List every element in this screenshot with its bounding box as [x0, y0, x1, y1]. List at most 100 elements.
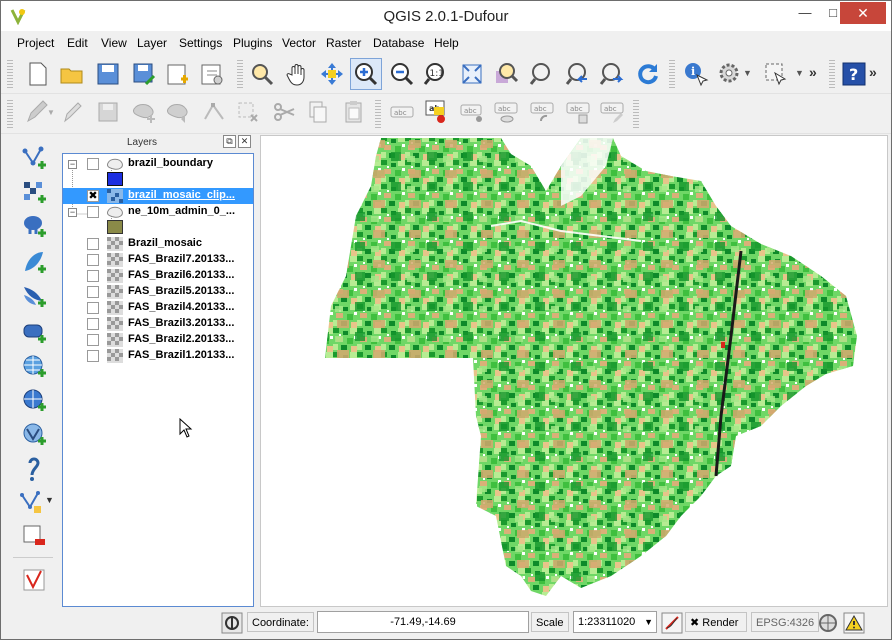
toolbar-grip[interactable]	[237, 60, 243, 90]
layer-visibility-checkbox[interactable]	[87, 286, 99, 298]
menu-settings[interactable]: Settings	[179, 36, 222, 50]
node-tool-icon[interactable]	[201, 99, 227, 125]
new-layer-dropdown-arrow-icon[interactable]: ▼	[45, 495, 54, 505]
layer-item[interactable]: − brazil_boundary	[63, 156, 253, 172]
add-mssql-layer-icon[interactable]	[21, 283, 47, 309]
messages-warning-icon[interactable]	[843, 612, 865, 634]
layer-item[interactable]: FAS_Brazil5.20133...	[63, 284, 253, 300]
paste-icon[interactable]	[341, 99, 367, 125]
close-panel-button[interactable]: ✕	[238, 135, 251, 148]
open-project-icon[interactable]	[59, 61, 85, 87]
layer-item[interactable]: FAS_Brazil7.20133...	[63, 252, 253, 268]
refresh-icon[interactable]	[635, 61, 661, 87]
pan-to-selection-icon[interactable]	[319, 61, 345, 87]
add-raster-layer-icon[interactable]	[21, 179, 47, 205]
collapse-toggle[interactable]: −	[68, 208, 77, 217]
zoom-to-layer-icon[interactable]	[493, 61, 519, 87]
menu-raster[interactable]: Raster	[326, 36, 361, 50]
map-canvas[interactable]	[260, 135, 888, 607]
new-print-composer-icon[interactable]	[165, 61, 191, 87]
layer-visibility-checkbox[interactable]	[87, 318, 99, 330]
save-edits-icon[interactable]	[95, 99, 121, 125]
layers-tree[interactable]: − brazil_boundary ✖ brazil_mosaic_clip..…	[62, 153, 254, 607]
new-project-icon[interactable]	[25, 61, 51, 87]
layer-item-selected[interactable]: ✖ brazil_mosaic_clip...	[63, 188, 253, 204]
remove-layer-icon[interactable]	[21, 523, 47, 549]
add-wfs-layer-icon[interactable]	[21, 421, 47, 447]
minimize-button[interactable]: —	[791, 2, 819, 24]
new-shapefile-icon[interactable]	[19, 489, 45, 515]
menu-project[interactable]: Project	[17, 36, 54, 50]
menu-view[interactable]: View	[101, 36, 127, 50]
toolbar-grip[interactable]	[633, 100, 639, 130]
zoom-in-icon[interactable]	[353, 61, 379, 87]
zoom-full-icon[interactable]	[459, 61, 485, 87]
menu-database[interactable]: Database	[373, 36, 424, 50]
add-wcs-layer-icon[interactable]	[21, 387, 47, 413]
select-icon[interactable]	[763, 61, 789, 87]
measure-dropdown-arrow-icon[interactable]: ▼	[743, 68, 752, 78]
scale-dropdown-arrow-icon[interactable]: ▼	[644, 612, 653, 632]
menu-plugins[interactable]: Plugins	[233, 36, 272, 50]
layer-visibility-checkbox[interactable]	[87, 302, 99, 314]
scale-combobox[interactable]: 1:23311020 ▼	[573, 611, 657, 633]
edits-dropdown-arrow-icon[interactable]: ▼	[47, 108, 55, 117]
zoom-last-icon[interactable]	[565, 61, 591, 87]
save-as-icon[interactable]	[131, 61, 157, 87]
toggle-editing-icon[interactable]	[59, 99, 85, 125]
toolbar-grip[interactable]	[669, 60, 675, 90]
move-label-icon[interactable]: abc	[459, 99, 485, 125]
gps-tools-icon[interactable]	[21, 567, 47, 593]
collapse-toggle[interactable]: −	[68, 160, 77, 169]
projection-globe-icon[interactable]	[817, 612, 839, 634]
select-dropdown-arrow-icon[interactable]: ▼	[795, 68, 804, 78]
close-button[interactable]: ✕	[840, 2, 886, 24]
menu-vector[interactable]: Vector	[282, 36, 316, 50]
pan-icon[interactable]	[285, 61, 311, 87]
layer-visibility-checkbox[interactable]	[87, 270, 99, 282]
pan-to-selection-icon[interactable]	[249, 61, 275, 87]
toolbar-grip[interactable]	[375, 100, 381, 130]
change-label-icon[interactable]: abc	[565, 99, 591, 125]
crs-status[interactable]: EPSG:4326	[751, 612, 820, 632]
add-vector-layer-icon[interactable]	[21, 145, 47, 171]
composer-manager-icon[interactable]	[199, 61, 225, 87]
layer-visibility-checkbox[interactable]	[87, 206, 99, 218]
layer-item[interactable]: FAS_Brazil2.20133...	[63, 332, 253, 348]
layer-item[interactable]: FAS_Brazil4.20133...	[63, 300, 253, 316]
delete-selected-icon[interactable]	[235, 99, 261, 125]
menu-edit[interactable]: Edit	[67, 36, 88, 50]
move-feature-icon[interactable]	[165, 99, 191, 125]
add-delimited-text-icon[interactable]	[21, 457, 47, 483]
cut-icon[interactable]	[271, 99, 297, 125]
label-icon[interactable]: abc	[389, 99, 415, 125]
layer-labeling-icon[interactable]: ab	[423, 99, 449, 125]
toolbar-grip[interactable]	[7, 100, 13, 130]
identify-icon[interactable]: i	[683, 61, 709, 87]
add-feature-icon[interactable]	[131, 99, 157, 125]
layer-visibility-checkbox[interactable]	[87, 238, 99, 250]
save-project-icon[interactable]	[95, 61, 121, 87]
stop-render-icon[interactable]	[661, 612, 683, 634]
coordinate-field[interactable]: -71.49,-14.69	[317, 611, 529, 633]
add-oracle-layer-icon[interactable]	[21, 319, 47, 345]
add-wms-layer-icon[interactable]	[21, 353, 47, 379]
layer-item[interactable]: − ne_10m_admin_0_...	[63, 204, 253, 220]
show-hide-label-icon[interactable]: abc	[493, 99, 519, 125]
label-edit-icon[interactable]: abc	[599, 99, 625, 125]
map-tips-toggle-icon[interactable]	[221, 612, 243, 634]
layer-visibility-checkbox[interactable]	[87, 334, 99, 346]
layer-item[interactable]: Brazil_mosaic	[63, 236, 253, 252]
zoom-to-selection-icon[interactable]	[529, 61, 555, 87]
current-edits-icon[interactable]	[23, 99, 49, 125]
help-icon[interactable]: ?	[841, 61, 867, 87]
copy-icon[interactable]	[305, 99, 331, 125]
layer-item[interactable]: FAS_Brazil6.20133...	[63, 268, 253, 284]
zoom-out-icon[interactable]	[389, 61, 415, 87]
measure-icon[interactable]	[717, 61, 743, 87]
layer-visibility-checkbox[interactable]	[87, 158, 99, 170]
layer-visibility-checkbox[interactable]	[87, 254, 99, 266]
more-icon[interactable]: »	[869, 64, 877, 80]
rotate-label-icon[interactable]: abc	[529, 99, 555, 125]
render-toggle[interactable]: ✖ Render	[685, 612, 747, 632]
